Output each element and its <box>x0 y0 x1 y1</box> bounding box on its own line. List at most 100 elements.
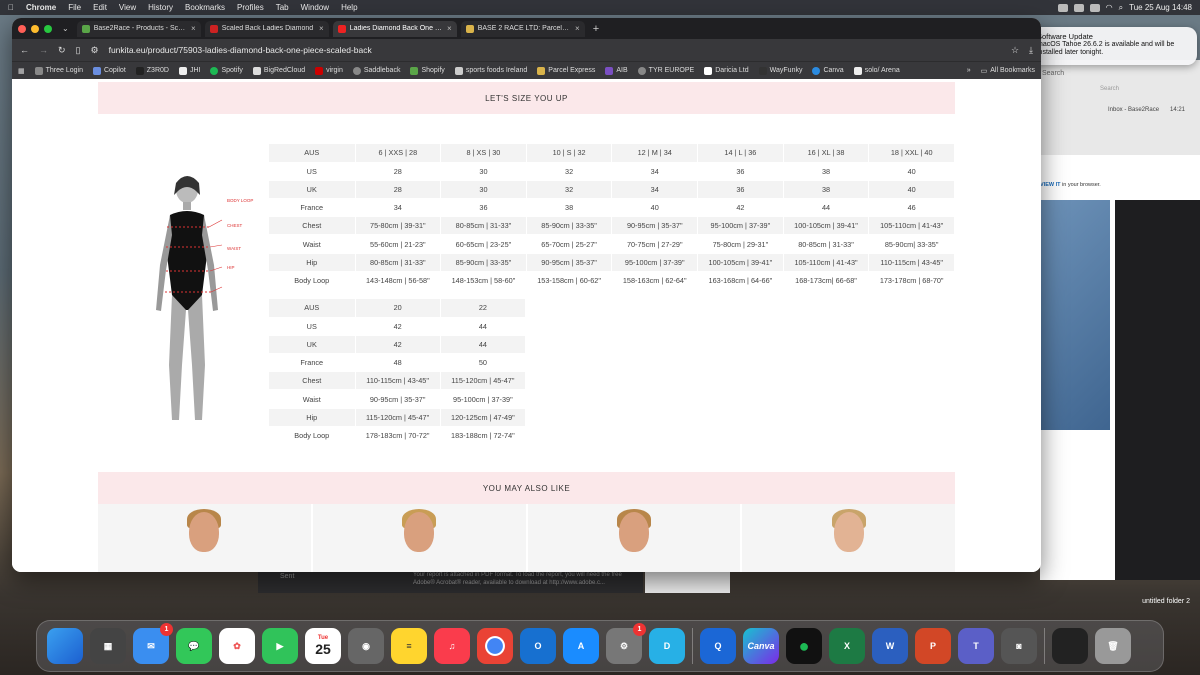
chrome-icon[interactable] <box>477 628 513 664</box>
tab-scaled-back[interactable]: Scaled Back Ladies Diamond × <box>204 20 329 37</box>
bookmark-wayfunky[interactable]: WayFunky <box>758 66 802 75</box>
menu-window[interactable]: Window <box>301 3 329 12</box>
mail-search-field[interactable]: Search <box>1100 86 1119 92</box>
tab-ladies-diamond-back[interactable]: Ladies Diamond Back One Pie × <box>332 20 457 37</box>
menu-history[interactable]: History <box>148 3 173 12</box>
product-card[interactable] <box>527 504 741 572</box>
music-icon[interactable]: ♫ <box>434 628 470 664</box>
minimize-window-button[interactable] <box>31 24 39 33</box>
apple-icon[interactable]:  <box>8 3 14 12</box>
bookmark-saddleback[interactable]: Saddleback <box>352 66 400 75</box>
zoom-window-button[interactable] <box>44 24 52 33</box>
size-cell: 20 <box>355 299 441 318</box>
powerpoint-icon[interactable]: P <box>915 628 951 664</box>
teams-icon[interactable]: T <box>958 628 994 664</box>
bookmark-tyr-europe[interactable]: TYR EUROPE <box>637 66 694 75</box>
bookmark-aib[interactable]: AIB <box>605 66 628 75</box>
contacts-icon[interactable]: ◉ <box>348 628 384 664</box>
messages-icon[interactable]: 💬 <box>176 628 212 664</box>
site-info-icon[interactable]: ⚙ <box>91 45 99 56</box>
desktop-folder-label[interactable]: untitled folder 2 <box>1142 598 1190 605</box>
mail-search[interactable]: Search <box>1042 70 1064 77</box>
sidebar-icon[interactable]: ▯ <box>76 45 81 56</box>
bookmark-z3r0d[interactable]: Z3R0D <box>135 66 169 75</box>
url-field[interactable]: funkita.eu/product/75903-ladies-diamond-… <box>109 45 1001 55</box>
sent-label[interactable]: Sent <box>280 573 294 580</box>
bookmark-three-login[interactable]: Three Login <box>34 66 83 75</box>
menu-profiles[interactable]: Profiles <box>237 3 264 12</box>
size-cell: 158-163cm | 62-64" <box>611 271 699 291</box>
bookmark-spotify[interactable]: Spotify <box>210 66 243 75</box>
disk-utility-icon[interactable]: ◙ <box>1001 628 1037 664</box>
bookmark-shopify[interactable]: Shopify <box>410 66 445 75</box>
menu-bookmarks[interactable]: Bookmarks <box>185 3 225 12</box>
photos-icon[interactable]: ✿ <box>219 628 255 664</box>
finder-icon[interactable] <box>47 628 83 664</box>
notes-icon[interactable]: ≡ <box>391 628 427 664</box>
apps-grid-icon[interactable]: ▦ <box>18 67 25 75</box>
bookmark-bigredcloud[interactable]: BigRedCloud <box>252 66 305 75</box>
menu-edit[interactable]: Edit <box>93 3 107 12</box>
launchpad-icon[interactable]: ▦ <box>90 628 126 664</box>
tab-close-icon[interactable]: × <box>575 24 580 33</box>
bookmark-star-icon[interactable]: ☆ <box>1011 45 1019 56</box>
forward-icon[interactable]: → <box>39 45 48 55</box>
bookmark-sports-foods[interactable]: sports foods Ireland <box>454 66 527 75</box>
close-window-button[interactable] <box>18 24 26 33</box>
spotify-icon[interactable]: ● <box>786 628 822 664</box>
search-icon[interactable]: ⌕ <box>1119 3 1123 13</box>
menu-view[interactable]: View <box>119 3 136 12</box>
app-store-icon[interactable]: A <box>563 628 599 664</box>
menu-file[interactable]: File <box>68 3 81 12</box>
product-card[interactable] <box>742 504 955 572</box>
back-icon[interactable]: ← <box>20 45 29 55</box>
mail-inbox-label[interactable]: Inbox - Base2Race <box>1108 107 1159 113</box>
reload-icon[interactable]: ↻ <box>58 45 66 56</box>
wifi-icon[interactable]: ◠ <box>1106 3 1113 12</box>
all-bookmarks-folder[interactable]: ▭ All Bookmarks <box>981 67 1035 75</box>
tab-close-icon[interactable]: × <box>319 24 324 33</box>
menu-app-name[interactable]: Chrome <box>26 3 56 12</box>
more-bookmarks-button[interactable]: » <box>967 67 971 74</box>
tab-parcelvision[interactable]: BASE 2 RACE LTD: ParcelVisi × <box>460 20 585 37</box>
globe-icon <box>637 66 646 75</box>
menu-tab[interactable]: Tab <box>276 3 289 12</box>
tab-close-icon[interactable]: × <box>447 24 452 33</box>
bookmark-jhi[interactable]: JHI <box>178 66 200 75</box>
size-row: AUS 20 22 <box>269 299 527 318</box>
status-icon[interactable] <box>1057 3 1068 12</box>
status-icon[interactable] <box>1089 3 1100 12</box>
quicktime-icon[interactable]: Q <box>700 628 736 664</box>
facetime-icon[interactable]: ▶ <box>262 628 298 664</box>
calendar-icon[interactable]: Tue 25 <box>305 628 341 664</box>
tab-close-icon[interactable]: × <box>191 24 196 33</box>
bookmark-icon <box>454 66 463 75</box>
outlook-icon[interactable]: O <box>520 628 556 664</box>
dropzone-icon[interactable]: D <box>649 628 685 664</box>
bookmark-solo-arena[interactable]: solo/ Arena <box>853 66 900 75</box>
trash-icon[interactable]: 🗑 <box>1095 628 1131 664</box>
minimized-window-icon[interactable] <box>1052 628 1088 664</box>
product-card[interactable] <box>312 504 526 572</box>
view-in-browser-link[interactable]: VIEW IT <box>1040 182 1060 188</box>
bookmark-parcel-express[interactable]: Parcel Express <box>537 66 595 75</box>
tab-search-chevron-icon[interactable]: ⌄ <box>62 24 69 33</box>
word-icon[interactable]: W <box>872 628 908 664</box>
menu-help[interactable]: Help <box>341 3 357 12</box>
canva-icon[interactable]: Canva <box>743 628 779 664</box>
bookmark-copilot[interactable]: Copilot <box>92 66 126 75</box>
bookmark-virgin[interactable]: virgin <box>315 66 343 75</box>
system-settings-icon[interactable]: ⚙ 1 <box>606 623 646 664</box>
size-cell: 40 <box>868 180 955 200</box>
tab-base2race-products[interactable]: Base2Race - Products - Scale × <box>76 20 201 37</box>
bookmark-canva[interactable]: Canva <box>812 66 844 75</box>
new-tab-button[interactable]: + <box>593 23 599 35</box>
product-card[interactable] <box>98 504 311 572</box>
mail-icon[interactable]: ✉ 1 <box>133 623 173 664</box>
excel-icon[interactable]: X <box>829 628 865 664</box>
status-icon[interactable] <box>1073 3 1084 12</box>
download-icon[interactable]: ⤓ <box>1029 45 1033 56</box>
bookmark-icon <box>135 66 144 75</box>
menu-clock[interactable]: Tue 25 Aug 14:48 <box>1129 3 1192 12</box>
bookmark-daricia[interactable]: Daricia Ltd <box>704 66 749 75</box>
